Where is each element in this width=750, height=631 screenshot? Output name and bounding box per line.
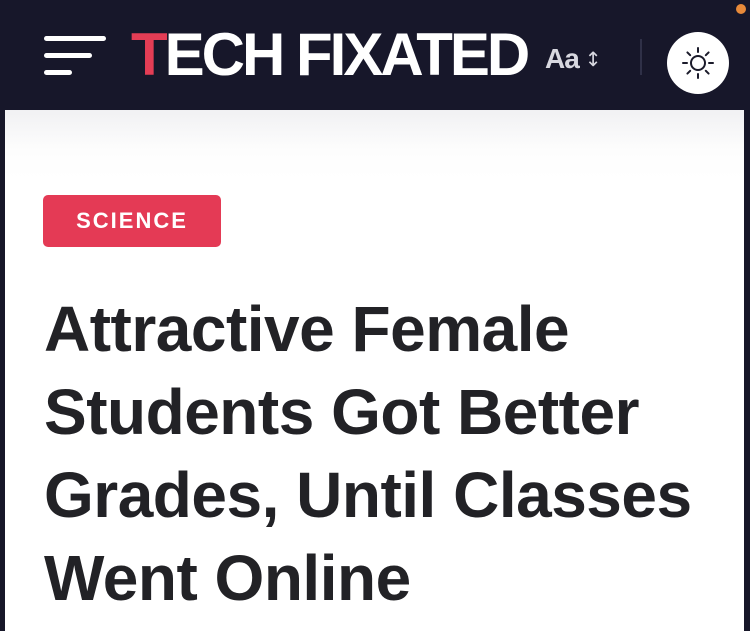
theme-toggle-button[interactable] <box>667 32 729 94</box>
up-down-arrow-icon: ↕ <box>584 47 602 71</box>
font-size-label: Aa <box>545 43 580 74</box>
site-header: TECH FIXATED Aa ↕ <box>0 0 750 110</box>
header-divider <box>640 39 642 75</box>
notification-dot <box>736 4 746 14</box>
font-size-toggle-icon[interactable]: Aa ↕ <box>545 42 602 76</box>
app-frame: TECH FIXATED Aa ↕ SCIENCE Attractive Fem… <box>0 0 750 631</box>
sun-icon <box>682 47 714 79</box>
site-logo[interactable]: TECH FIXATED <box>131 21 531 88</box>
hamburger-menu-icon[interactable] <box>44 33 106 77</box>
logo-text: ECH FIXATED <box>164 21 531 88</box>
category-badge[interactable]: SCIENCE <box>43 195 221 247</box>
article-title: Attractive Female Students Got Better Gr… <box>44 293 692 614</box>
article-content: SCIENCE Attractive Female Students Got B… <box>5 110 744 631</box>
logo-accent-letter: T <box>131 21 168 88</box>
